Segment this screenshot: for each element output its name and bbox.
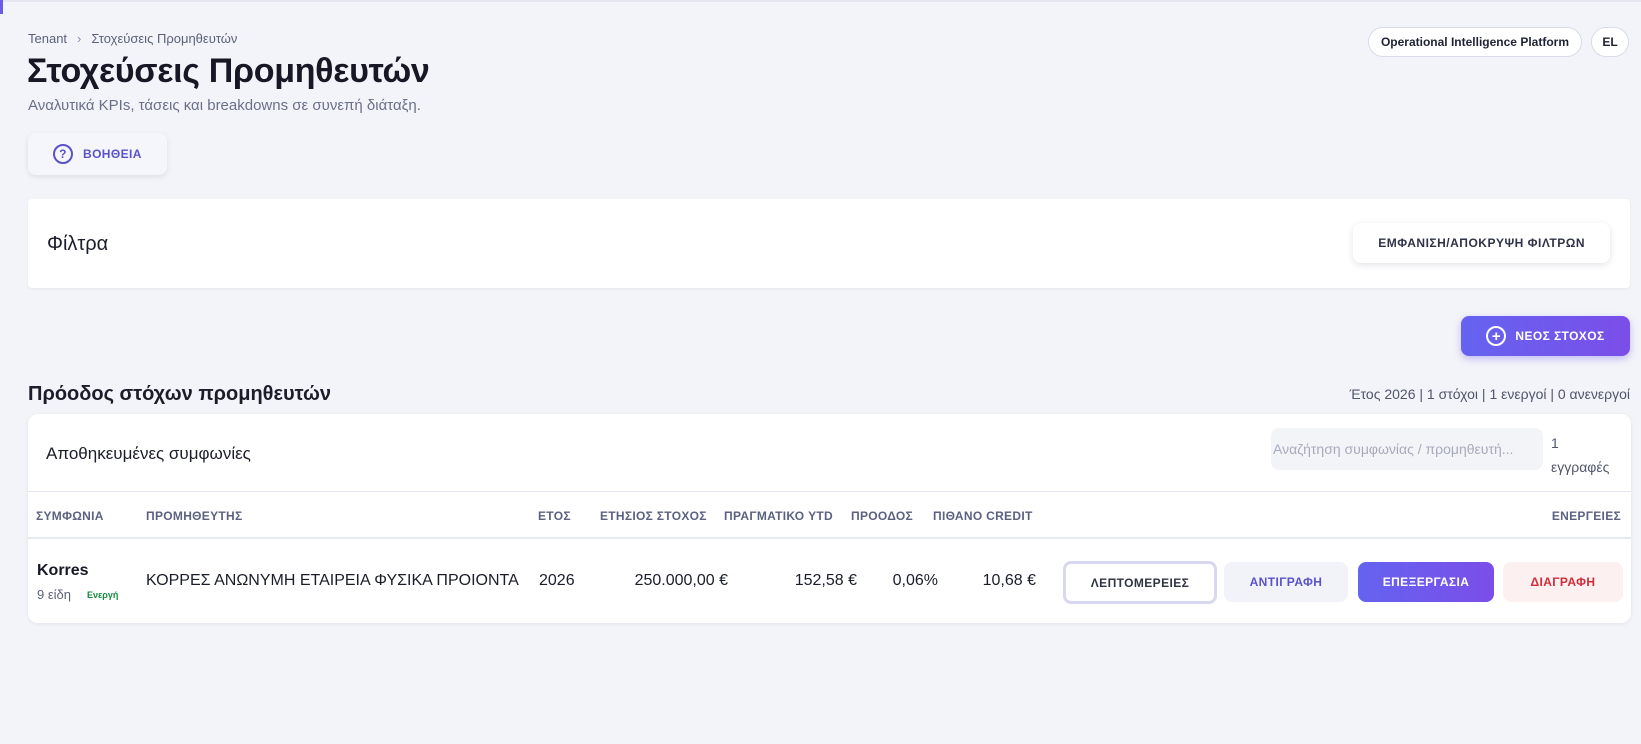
question-circle-icon: ? — [53, 144, 73, 164]
column-header-year[interactable]: ΕΤΟΣ — [538, 509, 571, 523]
column-header-progress[interactable]: ΠΡΟΟΔΟΣ — [851, 509, 913, 523]
column-header-actions: ΕΝΕΡΓΕΙΕΣ — [1551, 509, 1621, 523]
record-count: 1 εγγραφές — [1551, 435, 1610, 475]
details-button[interactable]: ΛΕΠΤΟΜΕΡΕΙΕΣ — [1063, 561, 1217, 604]
filters-title: Φίλτρα — [47, 233, 109, 255]
column-header-probable-credit[interactable]: ΠΙΘΑΝΟ CREDIT — [933, 509, 1033, 523]
toggle-filters-button[interactable]: ΕΜΦΑΝΙΣΗ/ΑΠΟΚΡΥΨΗ ΦΙΛΤΡΩΝ — [1353, 223, 1610, 263]
status-badge: Ενεργή — [87, 589, 119, 600]
actual-ytd-cell: 152,58 € — [794, 572, 857, 589]
agreements-table-card: Αποθηκευμένες συμφωνίες 1 εγγραφές ΣΥΜΦΩ… — [28, 414, 1631, 623]
breadcrumb: Tenant › Στοχεύσεις Προμηθευτών — [28, 31, 237, 46]
page-title: Στοχεύσεις Προμηθευτών — [27, 52, 430, 90]
supplier-cell: ΚΟΡΡΕΣ ΑΝΩΝΥΜΗ ΕΤΑΙΡΕΙΑ ΦΥΣΙΚΑ ΠΡΟΙΟΝΤΑ — [146, 572, 519, 589]
column-header-actual-ytd[interactable]: ΠΡΑΓΜΑΤΙΚΟ YTD — [724, 509, 833, 523]
filters-card: Φίλτρα ΕΜΦΑΝΙΣΗ/ΑΠΟΚΡΥΨΗ ΦΙΛΤΡΩΝ — [28, 199, 1630, 288]
plus-circle-icon: + — [1486, 326, 1507, 346]
language-selector[interactable]: EL — [1591, 27, 1629, 57]
breadcrumb-current: Στοχεύσεις Προμηθευτών — [91, 31, 238, 46]
agreement-meta: 9 είδη Ενεργή — [37, 587, 118, 602]
header-pills: Operational Intelligence Platform EL — [1367, 27, 1629, 57]
top-accent-mark — [0, 0, 3, 14]
saved-agreements-title: Αποθηκευμένες συμφωνίες — [46, 444, 251, 463]
help-button-label: ΒΟΗΘΕΙΑ — [83, 147, 142, 161]
progress-cell: 0,06% — [892, 572, 938, 589]
new-target-label: ΝΕΟΣ ΣΤΟΧΟΣ — [1515, 329, 1605, 343]
breadcrumb-root-link[interactable]: Tenant — [28, 31, 67, 46]
agreement-item-count: 9 είδη — [37, 587, 71, 602]
copy-button[interactable]: ΑΝΤΙΓΡΑΦΗ — [1224, 562, 1348, 602]
help-button[interactable]: ? ΒΟΗΘΕΙΑ — [28, 133, 167, 175]
column-header-supplier[interactable]: ΠΡΟΜΗΘΕΥΤΗΣ — [146, 509, 243, 523]
progress-summary: Έτος 2026 | 1 στόχοι | 1 ενεργοί | 0 ανε… — [1349, 386, 1630, 402]
agreement-name: Korres — [37, 562, 89, 579]
annual-target-cell: 250.000,00 € — [634, 572, 728, 589]
page-subtitle: Αναλυτικά KPIs, τάσεις και breakdowns σε… — [28, 97, 421, 114]
platform-pill[interactable]: Operational Intelligence Platform — [1367, 27, 1582, 57]
search-input[interactable] — [1271, 428, 1543, 470]
table-header: ΣΥΜΦΩΝΙΑ ΠΡΟΜΗΘΕΥΤΗΣ ΕΤΟΣ ΕΤΗΣΙΟΣ ΣΤΟΧΟΣ… — [28, 491, 1631, 539]
column-header-annual-target[interactable]: ΕΤΗΣΙΟΣ ΣΤΟΧΟΣ — [600, 509, 707, 523]
edit-button[interactable]: ΕΠΕΞΕΡΓΑΣΙΑ — [1358, 562, 1494, 602]
year-cell: 2026 — [539, 572, 575, 589]
new-target-button[interactable]: + ΝΕΟΣ ΣΤΟΧΟΣ — [1461, 316, 1630, 356]
delete-button[interactable]: ΔΙΑΓΡΑΦΗ — [1503, 562, 1623, 602]
chevron-right-icon: › — [77, 31, 82, 46]
top-border — [0, 0, 1641, 2]
table-row: Korres 9 είδη Ενεργή ΚΟΡΡΕΣ ΑΝΩΝΥΜΗ ΕΤΑΙ… — [28, 540, 1631, 623]
progress-section-title: Πρόοδος στόχων προμηθευτών — [28, 383, 332, 405]
column-header-agreement[interactable]: ΣΥΜΦΩΝΙΑ — [36, 509, 104, 523]
probable-credit-cell: 10,68 € — [982, 572, 1036, 589]
